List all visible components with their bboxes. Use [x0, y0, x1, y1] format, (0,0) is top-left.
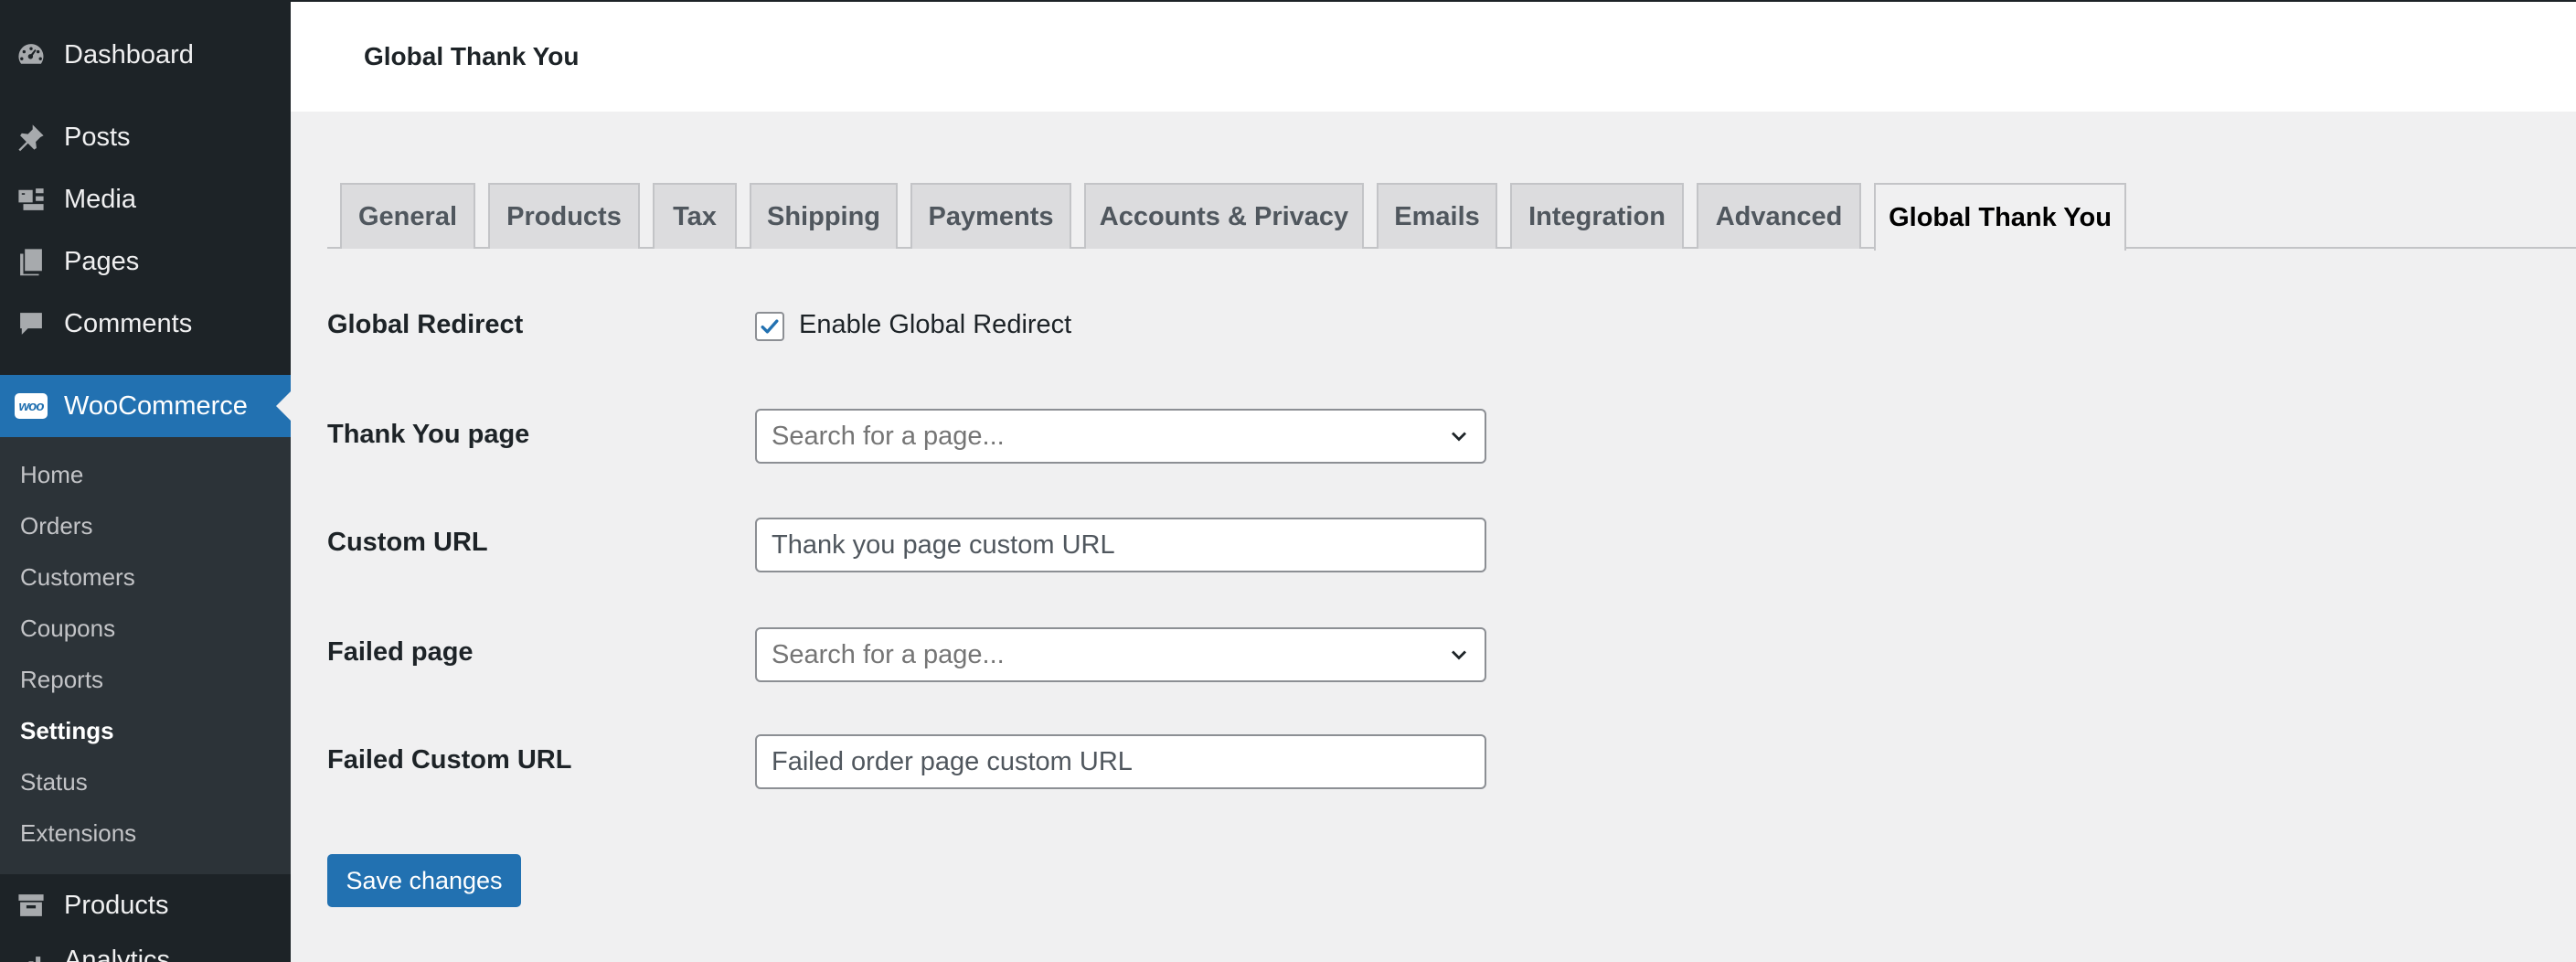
custom-url-input[interactable]: Thank you page custom URL	[755, 518, 1486, 572]
menu-woocommerce[interactable]: woo WooCommerce	[0, 375, 291, 437]
thank-you-page-select[interactable]: Search for a page...	[755, 409, 1486, 464]
global-redirect-label: Global Redirect	[327, 310, 524, 339]
enable-global-redirect-label[interactable]: Enable Global Redirect	[799, 310, 1071, 340]
failed-page-label: Failed page	[327, 637, 474, 667]
thank-you-page-label: Thank You page	[327, 420, 530, 449]
page-header: Global Thank You	[291, 0, 2576, 112]
woocommerce-icon: woo	[15, 390, 48, 422]
tab-emails[interactable]: Emails	[1377, 183, 1497, 249]
menu-analytics[interactable]: Analytics	[0, 936, 291, 962]
page-title: Global Thank You	[364, 42, 580, 70]
checkmark-icon	[761, 319, 779, 334]
menu-label: Dashboard	[64, 40, 194, 69]
select-placeholder: Search for a page...	[772, 421, 1005, 451]
submenu-item-coupons[interactable]: Coupons	[20, 615, 115, 643]
menu-label: Pages	[64, 247, 140, 276]
menu-dashboard[interactable]: Dashboard	[0, 24, 291, 86]
menu-label: Media	[64, 185, 136, 214]
submenu-item-reports[interactable]: Reports	[20, 666, 103, 694]
failed-custom-url-label: Failed Custom URL	[327, 745, 572, 775]
submenu-item-orders[interactable]: Orders	[20, 512, 92, 540]
menu-comments[interactable]: Comments	[0, 293, 291, 355]
tab-tax[interactable]: Tax	[653, 183, 737, 249]
submenu-item-home[interactable]: Home	[20, 461, 83, 489]
archive-icon	[15, 889, 48, 922]
chevron-down-icon	[1452, 432, 1466, 442]
tab-integration[interactable]: Integration	[1510, 183, 1684, 249]
tab-advanced[interactable]: Advanced	[1697, 183, 1861, 249]
input-placeholder: Thank you page custom URL	[772, 529, 1115, 560]
menu-media[interactable]: Media	[0, 168, 291, 230]
menu-posts[interactable]: Posts	[0, 106, 291, 168]
admin-sidebar: Dashboard Posts Media Pages Comments woo…	[0, 0, 291, 962]
submenu-item-customers[interactable]: Customers	[20, 563, 135, 592]
submenu-item-settings[interactable]: Settings	[20, 717, 114, 745]
tab-shipping[interactable]: Shipping	[750, 183, 898, 249]
menu-label: Comments	[64, 309, 193, 338]
chart-icon	[15, 951, 48, 962]
menu-label: Analytics	[64, 946, 171, 962]
menu-label: Products	[64, 891, 169, 920]
menu-label: Posts	[64, 123, 131, 152]
woocommerce-submenu: Home Orders Customers Coupons Reports Se…	[0, 437, 291, 874]
tab-products[interactable]: Products	[488, 183, 640, 249]
chevron-down-icon	[1452, 650, 1466, 660]
tab-global-thank-you[interactable]: Global Thank You	[1874, 183, 2126, 251]
comment-icon	[15, 307, 48, 340]
dashboard-icon	[15, 38, 48, 71]
enable-global-redirect-checkbox[interactable]	[755, 312, 784, 341]
current-indicator	[276, 391, 291, 421]
pin-icon	[15, 121, 48, 154]
failed-page-select[interactable]: Search for a page...	[755, 627, 1486, 682]
pages-icon	[15, 245, 48, 278]
save-changes-button[interactable]: Save changes	[327, 854, 521, 907]
custom-url-label: Custom URL	[327, 528, 488, 557]
tab-general[interactable]: General	[340, 183, 475, 249]
menu-label: WooCommerce	[64, 391, 248, 421]
woo-badge: woo	[15, 393, 48, 419]
menu-products[interactable]: Products	[0, 874, 291, 936]
submenu-item-status[interactable]: Status	[20, 768, 88, 796]
select-placeholder: Search for a page...	[772, 639, 1005, 669]
failed-custom-url-input[interactable]: Failed order page custom URL	[755, 734, 1486, 789]
menu-pages[interactable]: Pages	[0, 230, 291, 293]
input-placeholder: Failed order page custom URL	[772, 746, 1133, 776]
submenu-item-extensions[interactable]: Extensions	[20, 819, 136, 848]
media-icon	[15, 183, 48, 216]
tab-accounts-privacy[interactable]: Accounts & Privacy	[1084, 183, 1364, 249]
tab-payments[interactable]: Payments	[910, 183, 1071, 249]
